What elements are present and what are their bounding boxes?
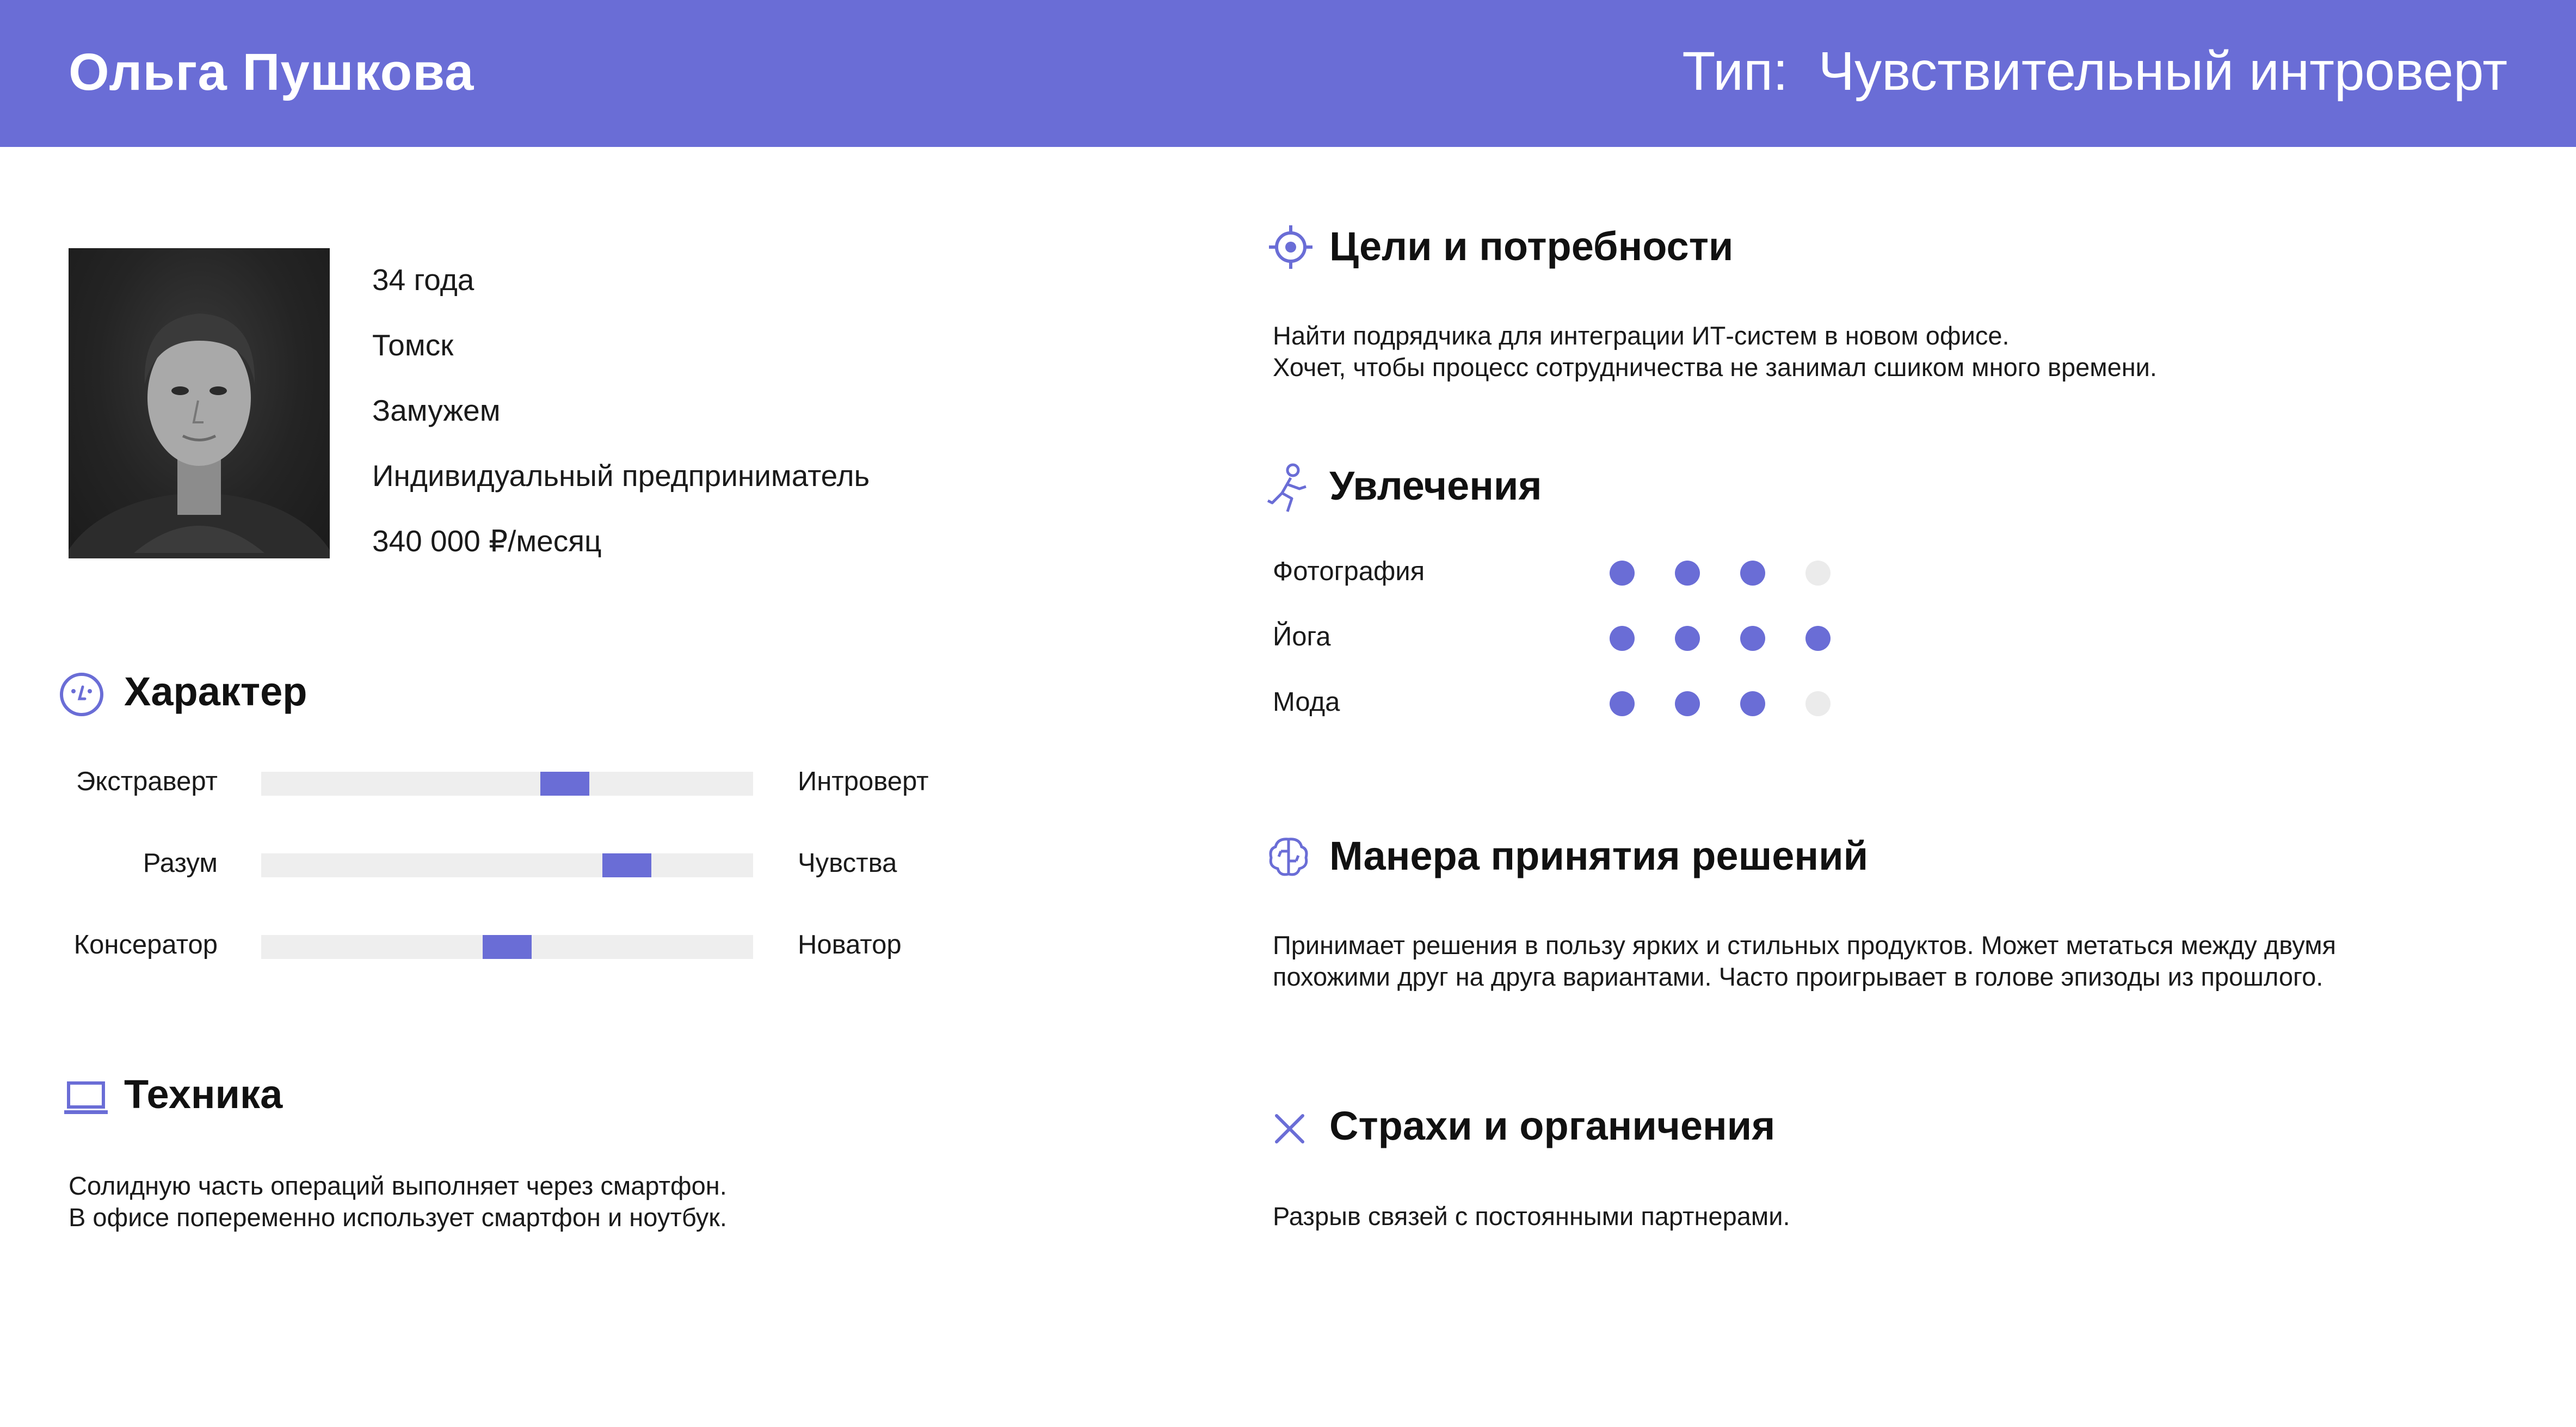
hobby-label: Фотография: [1273, 557, 1425, 586]
hobby-label: Мода: [1273, 687, 1340, 717]
goals-text: Найти подрядчика для интеграции ИТ-систе…: [1273, 320, 2157, 383]
trait-left-label: Разум: [143, 848, 218, 878]
fears-title: Страхи и органичения: [1329, 1103, 1776, 1148]
persona-type: Тип: Чувствительный интроверт: [1682, 41, 2507, 102]
trait-scale-track: [261, 935, 753, 959]
income-text: 340 000 ₽/месяц: [372, 524, 602, 558]
trait-scale-track: [261, 772, 753, 796]
hobbies-title: Увлечения: [1329, 463, 1542, 508]
hobby-rating-dot: [1675, 626, 1700, 651]
laptop-icon: [64, 1081, 108, 1114]
hobby-rating-dot: [1740, 691, 1765, 716]
hobby-rating-dot: [1805, 626, 1831, 651]
marital-status-text: Замужем: [372, 393, 501, 427]
hobby-rating-dot: [1805, 561, 1831, 586]
trait-left-label: Консератор: [73, 930, 218, 959]
hobby-rating-dot: [1740, 626, 1765, 651]
goals-title: Цели и потребности: [1329, 224, 1734, 269]
trait-right-label: Новатор: [798, 930, 902, 959]
brain-icon: [1269, 838, 1308, 876]
trait-right-label: Интроверт: [798, 767, 929, 796]
close-icon: [1275, 1114, 1304, 1143]
trait-right-label: Чувства: [798, 848, 897, 878]
fears-line: Разрыв связей с постоянными партнерами.: [1273, 1202, 1790, 1231]
hobby-rating-dot: [1740, 561, 1765, 586]
trait-scale-marker: [540, 772, 589, 796]
tech-line: Солидную часть операций выполняет через …: [69, 1171, 727, 1200]
goals-line: Хочет, чтобы процесс сотрудничества не з…: [1273, 353, 2157, 382]
hobby-label: Йога: [1273, 622, 1331, 651]
age-text: 34 года: [372, 263, 474, 297]
target-icon: [1269, 225, 1312, 269]
decisions-line: Принимает решения в пользу ярких и стиль…: [1273, 931, 2336, 959]
decisions-text: Принимает решения в пользу ярких и стиль…: [1273, 930, 2336, 993]
persona-photo: [69, 248, 330, 558]
tech-title: Техника: [124, 1072, 283, 1117]
trait-scale-marker: [483, 935, 532, 959]
face-icon: [60, 673, 103, 716]
goals-line: Найти подрядчика для интеграции ИТ-систе…: [1273, 321, 2010, 350]
hobby-rating-dot: [1675, 691, 1700, 716]
decisions-title: Манера принятия решений: [1329, 833, 1869, 878]
decisions-line: похожими друг на друга вариантами. Часто…: [1273, 962, 2324, 991]
hobby-rating-dot: [1610, 561, 1635, 586]
header-bar: Ольга Пушкова Тип: Чувствительный интров…: [0, 0, 2576, 147]
persona-name: Ольга Пушкова: [69, 43, 474, 101]
tech-line: В офисе попеременно использует смартфон …: [69, 1203, 727, 1232]
city-text: Томск: [372, 328, 454, 362]
hobby-rating-dot: [1610, 691, 1635, 716]
hobby-rating-dot: [1675, 561, 1700, 586]
hobby-rating-dot: [1805, 691, 1831, 716]
trait-left-label: Экстраверт: [76, 767, 218, 796]
trait-scale-track: [261, 853, 753, 877]
tech-text: Солидную часть операций выполняет через …: [69, 1170, 727, 1233]
occupation-text: Индивидуальный предприниматель: [372, 459, 870, 493]
running-person-icon: [1267, 463, 1307, 512]
hobby-rating-dot: [1610, 626, 1635, 651]
fears-text: Разрыв связей с постоянными партнерами.: [1273, 1201, 1790, 1232]
character-title: Характер: [124, 669, 307, 714]
trait-scale-marker: [602, 853, 651, 877]
